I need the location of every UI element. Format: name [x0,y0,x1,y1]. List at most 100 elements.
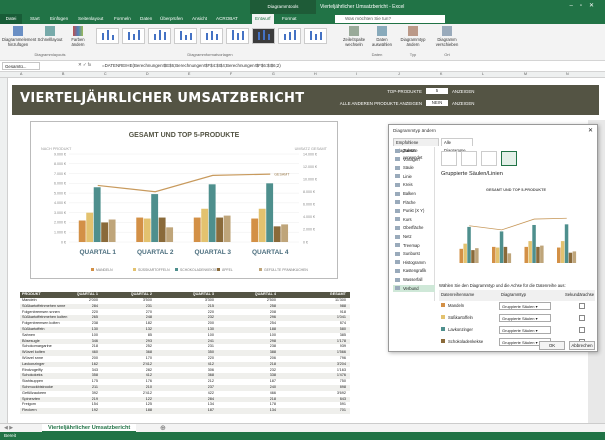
bar-schokoladenkekse[interactable] [151,194,159,242]
bar-schokoladenkekse[interactable] [93,187,101,242]
secondary-axis-checkbox[interactable] [579,315,585,321]
fx-icon[interactable]: ✕ ✓ fx [78,62,91,68]
bar-gefüllte-pfannkuchen[interactable] [108,219,116,242]
column-header[interactable]: H [314,72,317,76]
bar-mandeln[interactable] [251,218,259,242]
series-type-select[interactable]: Gruppierte Säulen ▾ [499,314,551,322]
chart-type-item[interactable]: Histogramm [393,259,435,266]
tab-acrobat[interactable]: ACROBAT [216,14,238,24]
tab-review[interactable]: Überprüfen [160,14,183,24]
column-header[interactable]: C [104,72,107,76]
chart-type-item[interactable]: Sunburst [393,250,435,257]
bar-mandeln[interactable] [193,217,201,242]
chart-type-item[interactable]: Oberfläche [393,224,435,231]
tab-format[interactable]: Format [282,14,297,24]
chart-style-3[interactable] [148,28,171,44]
chart-type-item[interactable]: Punkt (X Y) [393,207,435,214]
chart-type-item[interactable]: Verbund [393,284,435,292]
sales-chart[interactable]: GESAMT UND TOP 5-PRODUKTE NACH PRODUKT UMS… [30,121,338,279]
chart-style-8[interactable] [278,28,301,44]
column-header[interactable]: D [146,72,149,76]
chart-type-item[interactable]: Kurs [393,216,435,223]
chart-type-item[interactable]: Netz [393,233,435,240]
chart-type-item[interactable]: Linie [393,173,435,180]
add-chart-element-button[interactable]: Diagrammelement hinzufügen [2,26,36,47]
column-header[interactable]: I [356,72,357,76]
bar-äpfel[interactable] [216,217,224,242]
custom-combo-icon[interactable] [501,151,517,166]
change-chart-type-button[interactable]: Diagrammtyp ändern [400,26,426,47]
column-header[interactable]: J [398,72,400,76]
tab-page-layout[interactable]: Seitenlayout [78,14,103,24]
secondary-axis-checkbox[interactable] [579,303,585,309]
chart-type-item[interactable]: Fläche [393,199,435,206]
tab-all-charts[interactable]: Alle Diagramme [441,138,473,153]
bar-süßkartoffeln[interactable] [258,208,266,242]
tab-home[interactable]: Start [30,14,40,24]
bar-gefüllte-pfannkuchen[interactable] [281,224,289,242]
chart-type-item[interactable]: Säule [393,164,435,171]
tab-design[interactable]: Entwurf [252,14,274,24]
formula-input[interactable]: =DATENREIHE(Berechnungen!$E$6;Berechnung… [102,62,281,69]
stacked-area-column-icon[interactable] [481,151,497,166]
clustered-column-line-secondary-icon[interactable] [461,151,477,166]
column-header[interactable]: K [440,72,442,76]
tab-insert[interactable]: Einfügen [50,14,68,24]
add-sheet-icon[interactable]: ⊕ [160,424,166,432]
tab-view[interactable]: Ansicht [192,14,207,24]
chart-type-item[interactable]: Treemap [393,242,435,249]
other-products-input[interactable]: NEIN [426,100,448,106]
cancel-button[interactable]: Abbrechen [569,341,595,350]
tab-formulas[interactable]: Formeln [114,14,131,24]
tab-file[interactable]: Datei [0,14,22,24]
chart-type-item[interactable]: Zuletzt verwendet [393,147,435,160]
column-header[interactable]: N [566,72,569,76]
top-products-input[interactable]: 5 [426,88,448,94]
column-header[interactable]: F [230,72,232,76]
bar-mandeln[interactable] [136,217,144,242]
bar-mandeln[interactable] [78,220,86,242]
bar-süßkartoffeln[interactable] [86,212,94,242]
bar-äpfel[interactable] [101,222,109,242]
switch-row-column-button[interactable]: Zeile/Spalte wechseln [340,26,368,47]
total-line[interactable] [97,173,271,193]
column-header[interactable]: A [20,72,22,76]
window-controls[interactable]: –▫✕ [570,2,602,9]
chart-type-item[interactable]: Kastengrafik [393,267,435,274]
select-data-button[interactable]: Daten auswählen [370,26,394,47]
chart-style-4[interactable] [174,28,197,44]
chart-style-6[interactable] [226,28,249,44]
chart-type-item[interactable]: Vorlagen [393,156,435,163]
bar-gefüllte-pfannkuchen[interactable] [166,227,174,242]
chart-style-2[interactable] [122,28,145,44]
bar-gefüllte-pfannkuchen[interactable] [223,215,231,242]
bar-schokoladenkekse[interactable] [266,183,274,242]
sheet-nav-icon[interactable]: ◀ ▶ [4,425,13,431]
series-type-select[interactable]: Gruppierte Säulen ▾ [499,302,551,310]
chart-type-item[interactable]: Kreis [393,181,435,188]
column-header[interactable]: L [482,72,484,76]
chart-style-5[interactable] [200,28,223,44]
chart-type-item[interactable]: Wasserfall [393,276,435,283]
column-header[interactable]: B [62,72,64,76]
column-header[interactable]: G [272,72,275,76]
bar-süßkartoffeln[interactable] [201,208,209,242]
help-search-input[interactable]: Was möchten Sie tun? [335,15,445,23]
bar-süßkartoffeln[interactable] [143,218,151,242]
close-icon[interactable]: ✕ [588,127,593,134]
bar-äpfel[interactable] [158,217,166,242]
chart-style-7[interactable] [252,28,275,44]
chart-style-1[interactable] [96,28,119,44]
name-box[interactable]: Gesamtü... [2,62,40,70]
chart-style-9[interactable] [304,28,327,44]
chart-type-item[interactable]: Balken [393,190,435,197]
ok-button[interactable]: OK [539,341,565,350]
secondary-axis-checkbox[interactable] [579,327,585,333]
bar-äpfel[interactable] [273,226,281,242]
bar-schokoladenkekse[interactable] [208,184,216,242]
clustered-column-line-icon[interactable] [441,151,457,166]
change-colors-button[interactable]: Farben ändern [66,26,90,47]
move-chart-button[interactable]: Diagramm verschieben [432,26,462,47]
column-header[interactable]: E [188,72,190,76]
series-type-select[interactable]: Gruppierte Säulen ▾ [499,326,551,334]
